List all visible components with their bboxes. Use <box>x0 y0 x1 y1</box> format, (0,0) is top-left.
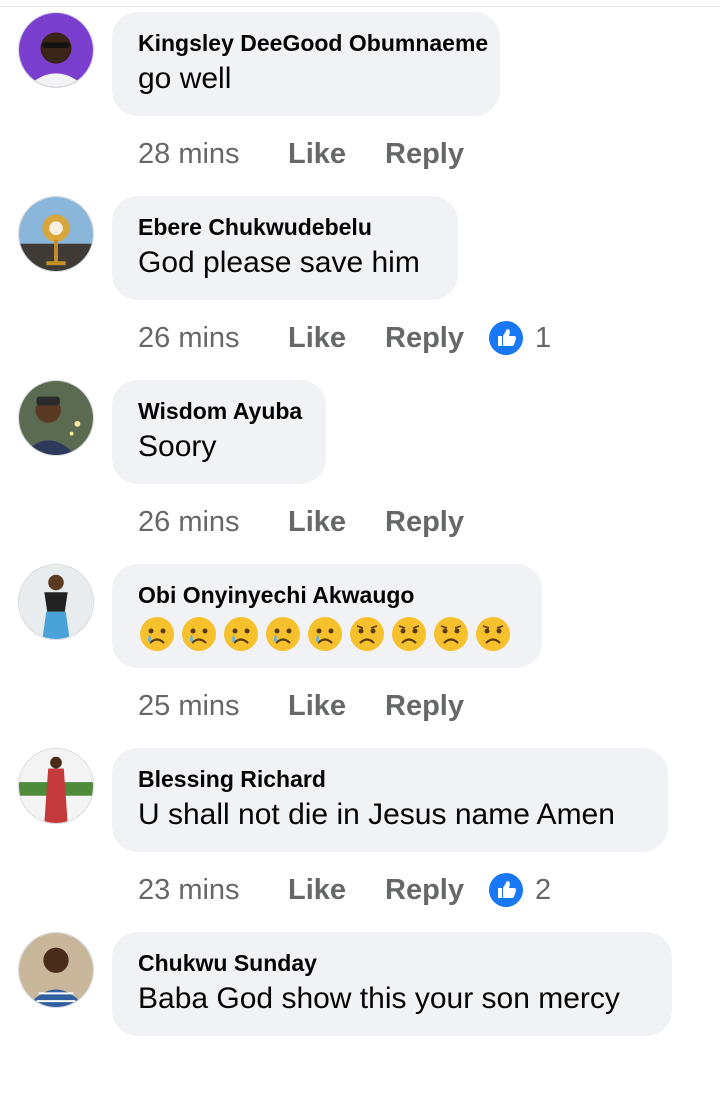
reply-button[interactable]: Reply <box>385 506 489 539</box>
avatar[interactable] <box>18 12 94 88</box>
reaction-count: 1 <box>535 321 552 354</box>
like-reaction-icon <box>489 321 523 355</box>
avatar[interactable] <box>18 564 94 640</box>
top-divider <box>0 6 720 7</box>
comment-time[interactable]: 26 mins <box>138 506 288 539</box>
comment-author[interactable]: Chukwu Sunday <box>138 949 646 977</box>
avatar[interactable] <box>18 380 94 456</box>
crying-face-emoji-icon <box>266 617 300 651</box>
reply-button[interactable]: Reply <box>385 690 489 723</box>
comment-author[interactable]: Ebere Chukwudebelu <box>138 213 432 241</box>
reaction-count: 2 <box>535 873 552 906</box>
avatar[interactable] <box>18 932 94 1008</box>
comment-bubble: Blessing Richard U shall not die in Jesu… <box>112 748 668 852</box>
comment-bubble: Chukwu Sunday Baba God show this your so… <box>112 932 672 1036</box>
comment-text: Soory <box>138 430 217 463</box>
comment-bubble: Wisdom Ayuba Soory <box>112 380 326 484</box>
reply-button[interactable]: Reply <box>385 322 489 355</box>
reaction-summary[interactable]: 1 <box>489 321 551 355</box>
comment-text: U shall not die in Jesus name Amen <box>138 798 615 831</box>
comment-item: Chukwu Sunday Baba God show this your so… <box>0 932 720 1116</box>
comment-author[interactable]: Kingsley DeeGood Obumnaeme <box>138 29 488 57</box>
comment-author[interactable]: Wisdom Ayuba <box>138 397 302 425</box>
comment-text: Baba God show this your son mercy <box>138 982 620 1015</box>
comment-item: Ebere Chukwudebelu God please save him 2… <box>0 196 720 380</box>
like-button[interactable]: Like <box>288 322 385 355</box>
comment-actions: 26 mins Like Reply <box>138 502 489 542</box>
worried-face-emoji-icon <box>392 617 426 651</box>
worried-face-emoji-icon <box>476 617 510 651</box>
like-reaction-icon <box>489 873 523 907</box>
like-button[interactable]: Like <box>288 506 385 539</box>
comment-time[interactable]: 23 mins <box>138 874 288 907</box>
avatar[interactable] <box>18 748 94 824</box>
comment-time[interactable]: 28 mins <box>138 138 288 171</box>
crying-face-emoji-icon <box>140 617 174 651</box>
comment-author[interactable]: Obi Onyinyechi Akwaugo <box>138 581 516 609</box>
comment-time[interactable]: 25 mins <box>138 690 288 723</box>
comment-actions: 26 mins Like Reply 1 <box>138 318 551 358</box>
crying-face-emoji-icon <box>224 617 258 651</box>
reaction-summary[interactable]: 2 <box>489 873 551 907</box>
crying-face-emoji-icon <box>308 617 342 651</box>
comment-actions: 25 mins Like Reply <box>138 686 489 726</box>
comment-actions: 28 mins Like Reply <box>138 134 489 174</box>
worried-face-emoji-icon <box>350 617 384 651</box>
like-button[interactable]: Like <box>288 138 385 171</box>
comment-time[interactable]: 26 mins <box>138 322 288 355</box>
like-button[interactable]: Like <box>288 874 385 907</box>
comment-text: God please save him <box>138 246 420 279</box>
comment-item: Obi Onyinyechi Akwaugo 25 mins Like Repl… <box>0 564 720 748</box>
comment-item: Blessing Richard U shall not die in Jesu… <box>0 748 720 932</box>
like-button[interactable]: Like <box>288 690 385 723</box>
reply-button[interactable]: Reply <box>385 138 489 171</box>
comment-bubble: Ebere Chukwudebelu God please save him <box>112 196 458 300</box>
comment-actions: 23 mins Like Reply 2 <box>138 870 551 910</box>
comment-text: go well <box>138 62 232 95</box>
avatar[interactable] <box>18 196 94 272</box>
comment-emoji-row <box>138 615 516 653</box>
worried-face-emoji-icon <box>434 617 468 651</box>
crying-face-emoji-icon <box>182 617 216 651</box>
comment-bubble: Obi Onyinyechi Akwaugo <box>112 564 542 668</box>
comment-item: Kingsley DeeGood Obumnaeme go well 28 mi… <box>0 12 720 196</box>
comment-item: Wisdom Ayuba Soory 26 mins Like Reply <box>0 380 720 564</box>
comment-bubble: Kingsley DeeGood Obumnaeme go well <box>112 12 500 116</box>
reply-button[interactable]: Reply <box>385 874 489 907</box>
comment-author[interactable]: Blessing Richard <box>138 765 642 793</box>
